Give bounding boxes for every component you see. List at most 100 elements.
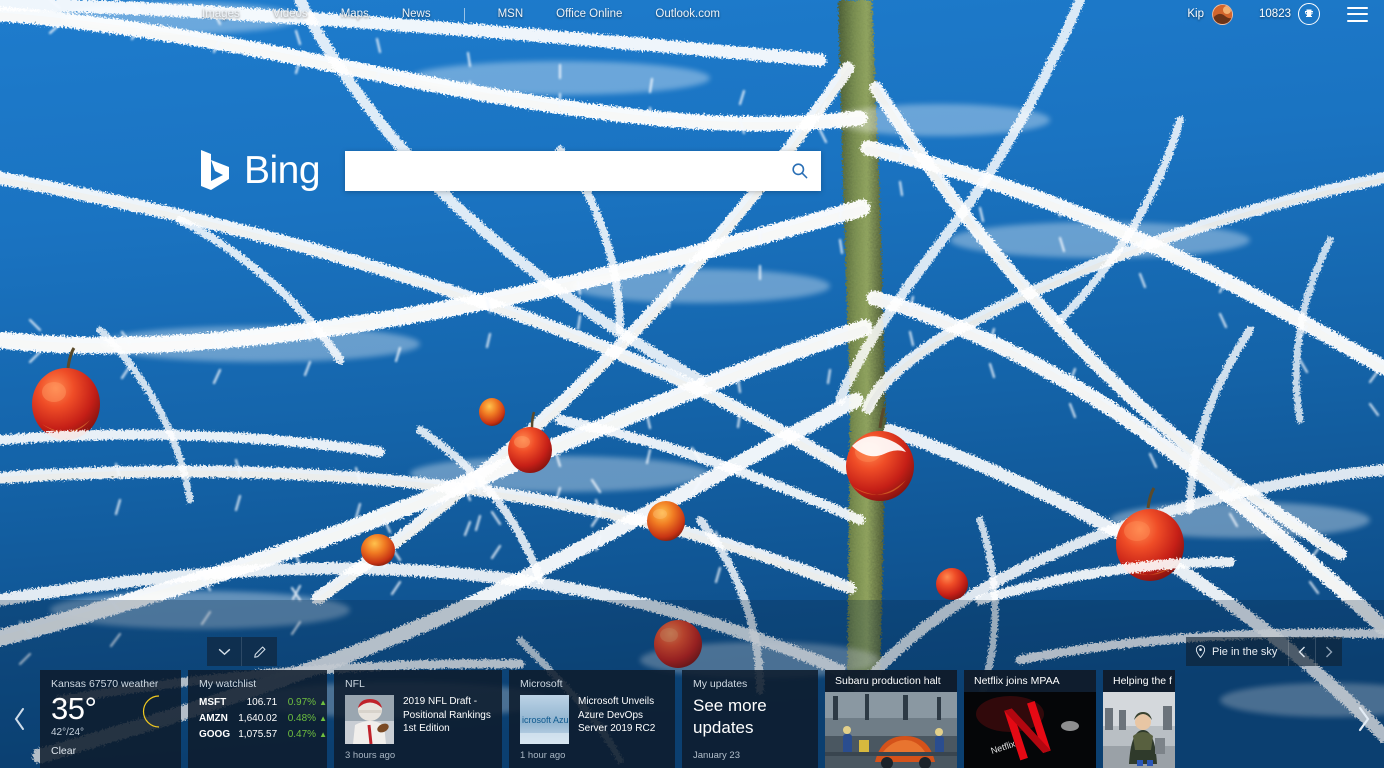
- personalize-button[interactable]: [242, 637, 277, 666]
- nav-link-msn[interactable]: MSN: [498, 8, 524, 20]
- user-name-label: Kip: [1187, 8, 1205, 20]
- nav-link-images[interactable]: Images: [202, 8, 240, 20]
- nfl-player-photo: [345, 695, 394, 744]
- nfl-card-header: NFL: [345, 678, 365, 690]
- nav-link-maps[interactable]: Maps: [341, 8, 369, 20]
- chevron-left-icon: [1298, 646, 1306, 657]
- arrow-up-icon: ▲: [319, 730, 327, 739]
- nav-links-left: Images Videos Maps News MSN Office Onlin…: [202, 7, 753, 21]
- card-list: Kansas 67570 weather 35° 42°/24° Clear M…: [40, 670, 1175, 768]
- stock-change: 0.47%: [287, 729, 317, 740]
- nfl-thumbnail: [345, 695, 394, 744]
- microsoft-card-title: Microsoft Unveils Azure DevOps Server 20…: [578, 696, 656, 734]
- microsoft-news-card[interactable]: Microsoft icrosoft Azu Microsoft Unveils…: [509, 670, 675, 768]
- nfl-card-timestamp: 3 hours ago: [345, 750, 396, 761]
- microsoft-card-header: Microsoft: [520, 678, 563, 690]
- hamburger-icon[interactable]: [1347, 6, 1368, 22]
- weather-condition: Clear: [51, 745, 77, 757]
- watchlist-card-header: My watchlist: [199, 678, 257, 690]
- weather-temperature: 35°: [51, 691, 97, 726]
- avatar-photo: [1213, 4, 1233, 24]
- updates-card[interactable]: My updates See more updates January 23: [682, 670, 818, 768]
- netflix-photo: Netflix: [964, 692, 1096, 768]
- moon-glyph: [142, 695, 160, 728]
- arrow-up-icon: ▲: [319, 698, 327, 707]
- subaru-photo: [825, 692, 957, 768]
- image-caption-text: Pie in the sky: [1212, 645, 1278, 658]
- stock-symbol: MSFT: [199, 697, 227, 708]
- user-avatar[interactable]: [1212, 3, 1234, 25]
- card-toolbar: [207, 637, 277, 666]
- nav-link-news[interactable]: News: [402, 8, 431, 20]
- stock-price: 106.71: [246, 697, 278, 708]
- search-input[interactable]: [345, 150, 778, 191]
- watchlist-rows: MSFT 106.71 0.97% ▲ AMZN 1,640.02 0.48% …: [188, 690, 327, 742]
- bing-logo[interactable]: Bing: [199, 148, 321, 193]
- subaru-card-caption: Subaru production halt: [825, 670, 957, 692]
- table-row[interactable]: GOOG 1,075.57 0.47% ▲: [199, 728, 327, 742]
- weather-high-low: 42°/24°: [51, 727, 85, 738]
- weather-card-header: Kansas 67570 weather: [51, 678, 159, 690]
- stock-symbol: AMZN: [199, 713, 228, 724]
- watchlist-card[interactable]: My watchlist MSFT 106.71 0.97% ▲ AMZN 1,…: [188, 670, 327, 768]
- search-button[interactable]: [777, 151, 821, 191]
- caption-prev-button[interactable]: [1288, 637, 1315, 666]
- chevron-right-icon: [1326, 646, 1333, 657]
- table-row[interactable]: AMZN 1,640.02 0.48% ▲: [199, 712, 327, 726]
- chevron-right-icon: [1358, 706, 1370, 732]
- nav-divider: [463, 7, 465, 21]
- crescent-moon-icon: [138, 695, 169, 733]
- card-carousel: Kansas 67570 weather 35° 42°/24° Clear M…: [0, 670, 1384, 768]
- factory-photo: [825, 692, 957, 768]
- nav-link-office-online[interactable]: Office Online: [556, 8, 622, 20]
- nav-link-outlook[interactable]: Outlook.com: [655, 8, 720, 20]
- chevron-down-icon: [218, 648, 230, 655]
- trophy-glyph: [1305, 9, 1313, 17]
- nfl-card-title: 2019 NFL Draft - Positional Rankings 1st…: [403, 696, 491, 734]
- search-box[interactable]: [345, 150, 822, 191]
- search-icon: [791, 163, 807, 179]
- nfl-card-body: 2019 NFL Draft - Positional Rankings 1st…: [334, 690, 502, 744]
- bing-logo-text: Bing: [244, 148, 321, 192]
- netflix-logo-photo: Netflix: [964, 692, 1096, 768]
- caption-next-button[interactable]: [1315, 637, 1342, 666]
- subaru-image-card[interactable]: Subaru production halt: [825, 670, 957, 768]
- arrow-up-icon: ▲: [319, 714, 327, 723]
- helping-image-card[interactable]: Helping the f: [1103, 670, 1175, 768]
- search-area: Bing: [0, 148, 1384, 193]
- microsoft-card-body: icrosoft Azu Microsoft Unveils Azure Dev…: [509, 690, 675, 744]
- weather-card-body: 35° 42°/24° Clear: [40, 690, 181, 757]
- weather-card[interactable]: Kansas 67570 weather 35° 42°/24° Clear: [40, 670, 181, 768]
- image-caption-bar: Pie in the sky: [1186, 637, 1343, 666]
- location-pin-icon: [1195, 645, 1206, 658]
- helping-photo: [1103, 692, 1175, 768]
- nav-link-videos[interactable]: Videos: [273, 8, 308, 20]
- image-caption[interactable]: Pie in the sky: [1186, 637, 1288, 666]
- stock-change: 0.48%: [287, 713, 317, 724]
- trophy-icon[interactable]: [1298, 3, 1320, 25]
- bing-homepage: Images Videos Maps News MSN Office Onlin…: [0, 0, 1384, 768]
- microsoft-card-timestamp: 1 hour ago: [520, 750, 566, 761]
- stock-change: 0.97%: [287, 697, 317, 708]
- updates-card-date: January 23: [693, 750, 741, 761]
- updates-card-title: See more updates: [693, 696, 767, 737]
- updates-card-header: My updates: [693, 678, 748, 690]
- svg-text:icrosoft Azu: icrosoft Azu: [522, 715, 569, 725]
- nfl-news-card[interactable]: NFL 2019 NFL Draft - Positional Rankings…: [334, 670, 502, 768]
- collapse-cards-button[interactable]: [207, 637, 242, 666]
- table-row[interactable]: MSFT 106.71 0.97% ▲: [199, 696, 327, 710]
- carousel-next-button[interactable]: [1344, 670, 1384, 768]
- rewards-points: 10823: [1259, 8, 1291, 20]
- helping-card-caption: Helping the f: [1103, 670, 1175, 692]
- carousel-prev-button[interactable]: [0, 670, 40, 768]
- netflix-image-card[interactable]: Netflix joins MPAA Netflix: [964, 670, 1096, 768]
- microsoft-thumbnail: icrosoft Azu: [520, 695, 569, 744]
- stock-symbol: GOOG: [199, 729, 231, 740]
- netflix-card-caption: Netflix joins MPAA: [964, 670, 1096, 692]
- stock-price: 1,075.57: [238, 729, 278, 740]
- chevron-left-icon: [14, 708, 24, 730]
- weather-readings: 35° 42°/24° Clear: [51, 691, 97, 758]
- pencil-icon: [253, 646, 265, 658]
- airport-photo: [1103, 692, 1175, 768]
- nav-account-area: Kip 10823: [1187, 3, 1368, 25]
